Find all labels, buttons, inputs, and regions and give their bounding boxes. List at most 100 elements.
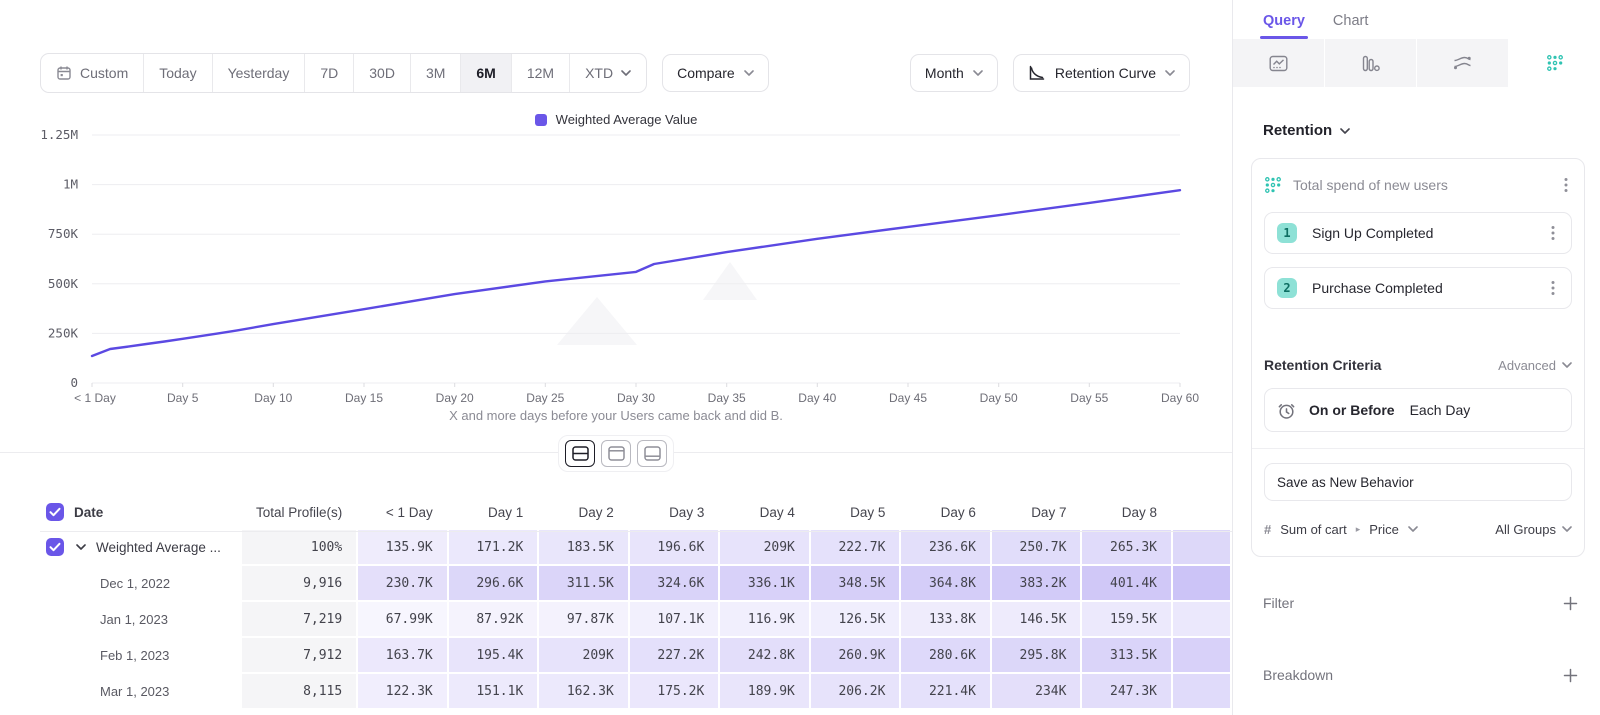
column-header-7[interactable]: Day 6: [901, 496, 990, 528]
add-filter-button[interactable]: [1563, 596, 1578, 611]
value-cell[interactable]: 116.9K: [720, 602, 809, 636]
kebab-menu-icon[interactable]: [1547, 223, 1559, 243]
value-cell[interactable]: 311.5K: [539, 566, 628, 600]
column-header-1[interactable]: < 1 Day: [358, 496, 447, 528]
date-cell[interactable]: Feb 1, 2023: [42, 638, 240, 672]
retention-line[interactable]: [92, 190, 1180, 356]
tab-chart[interactable]: Chart: [1333, 13, 1368, 39]
range-today[interactable]: Today: [144, 54, 212, 92]
range-6m[interactable]: 6M: [461, 54, 511, 92]
column-header-8[interactable]: Day 7: [992, 496, 1081, 528]
value-cell[interactable]: 348.5K: [811, 566, 900, 600]
layout-table-button[interactable]: [637, 440, 667, 467]
table-row[interactable]: Dec 1, 20229,916230.7K296.6K311.5K324.6K…: [42, 566, 1230, 600]
value-cell[interactable]: 133.8K: [901, 602, 990, 636]
retention-section-header[interactable]: Retention: [1263, 122, 1350, 139]
column-header-2[interactable]: Day 1: [449, 496, 538, 528]
value-cell[interactable]: 175.2K: [630, 674, 719, 708]
row-checkbox[interactable]: [46, 538, 64, 556]
value-cell[interactable]: 313.5K: [1082, 638, 1171, 672]
value-cell[interactable]: 265.3K: [1082, 530, 1171, 564]
value-cell[interactable]: 135.9K: [358, 530, 447, 564]
criteria-condition-row[interactable]: On or Before Each Day: [1264, 388, 1572, 432]
column-header-3[interactable]: Day 2: [539, 496, 628, 528]
range-xtd[interactable]: XTD: [570, 54, 646, 92]
column-header-5[interactable]: Day 4: [720, 496, 809, 528]
granularity-button[interactable]: Month: [910, 54, 998, 92]
date-cell[interactable]: Mar 1, 2023: [42, 674, 240, 708]
column-header-6[interactable]: Day 5: [811, 496, 900, 528]
value-cell-partial[interactable]: [1173, 530, 1230, 564]
total-cell[interactable]: 7,219: [242, 602, 356, 636]
value-cell[interactable]: 260.9K: [811, 638, 900, 672]
chart-type-button[interactable]: Retention Curve: [1013, 54, 1190, 92]
table-row[interactable]: Mar 1, 20238,115122.3K151.1K162.3K175.2K…: [42, 674, 1230, 708]
retention-curve-plot[interactable]: 0250K500K750K1M1.25M< 1 DayDay 5Day 10Da…: [0, 128, 1232, 428]
value-cell[interactable]: 171.2K: [449, 530, 538, 564]
table-row[interactable]: Jan 1, 20237,21967.99K87.92K97.87K107.1K…: [42, 602, 1230, 636]
value-cell[interactable]: 122.3K: [358, 674, 447, 708]
value-cell[interactable]: 364.8K: [901, 566, 990, 600]
retention-tab[interactable]: [1509, 39, 1600, 87]
table-row[interactable]: Weighted Average ...100%135.9K171.2K183.…: [42, 530, 1230, 564]
advanced-dropdown[interactable]: Advanced: [1498, 358, 1572, 373]
value-cell[interactable]: 151.1K: [449, 674, 538, 708]
value-cell[interactable]: 222.7K: [811, 530, 900, 564]
compare-button[interactable]: Compare: [662, 54, 769, 92]
column-header-0[interactable]: Total Profile(s): [242, 496, 356, 528]
kebab-menu-icon[interactable]: [1560, 175, 1572, 195]
value-cell[interactable]: 336.1K: [720, 566, 809, 600]
range-custom[interactable]: Custom: [41, 54, 144, 92]
value-cell[interactable]: 247.3K: [1082, 674, 1171, 708]
add-breakdown-button[interactable]: [1563, 668, 1578, 683]
value-cell[interactable]: 296.6K: [449, 566, 538, 600]
insights-tab[interactable]: [1233, 39, 1325, 87]
date-cell[interactable]: Dec 1, 2022: [42, 566, 240, 600]
value-cell-partial[interactable]: [1173, 602, 1230, 636]
value-cell[interactable]: 230.7K: [358, 566, 447, 600]
chart-legend[interactable]: Weighted Average Value: [0, 112, 1232, 127]
value-cell-partial[interactable]: [1173, 674, 1230, 708]
total-cell[interactable]: 8,115: [242, 674, 356, 708]
header-checkbox[interactable]: [46, 503, 64, 521]
value-cell[interactable]: 97.87K: [539, 602, 628, 636]
value-cell[interactable]: 209K: [720, 530, 809, 564]
column-header-date[interactable]: Date: [42, 496, 240, 528]
value-cell[interactable]: 196.6K: [630, 530, 719, 564]
value-cell[interactable]: 163.7K: [358, 638, 447, 672]
value-cell[interactable]: 295.8K: [992, 638, 1081, 672]
layout-split-button[interactable]: [565, 440, 595, 467]
total-cell[interactable]: 9,916: [242, 566, 356, 600]
kebab-menu-icon[interactable]: [1547, 278, 1559, 298]
value-cell[interactable]: 107.1K: [630, 602, 719, 636]
value-cell[interactable]: 87.92K: [449, 602, 538, 636]
save-as-new-behavior-button[interactable]: Save as New Behavior: [1264, 463, 1572, 501]
total-cell[interactable]: 100%: [242, 530, 356, 564]
value-cell[interactable]: 209K: [539, 638, 628, 672]
event-row-2[interactable]: 2 Purchase Completed: [1264, 267, 1572, 309]
value-cell[interactable]: 401.4K: [1082, 566, 1171, 600]
tab-query[interactable]: Query: [1263, 13, 1305, 39]
layout-chart-button[interactable]: [601, 440, 631, 467]
table-row[interactable]: Feb 1, 20237,912163.7K195.4K209K227.2K24…: [42, 638, 1230, 672]
flows-tab[interactable]: [1417, 39, 1509, 87]
expand-chevron-icon[interactable]: [76, 544, 86, 550]
value-cell[interactable]: 280.6K: [901, 638, 990, 672]
date-cell[interactable]: Jan 1, 2023: [42, 602, 240, 636]
value-cell[interactable]: 183.5K: [539, 530, 628, 564]
value-cell[interactable]: 206.2K: [811, 674, 900, 708]
value-cell[interactable]: 67.99K: [358, 602, 447, 636]
range-12m[interactable]: 12M: [512, 54, 570, 92]
value-cell[interactable]: 126.5K: [811, 602, 900, 636]
column-header-4[interactable]: Day 3: [630, 496, 719, 528]
range-3m[interactable]: 3M: [411, 54, 461, 92]
value-cell[interactable]: 234K: [992, 674, 1081, 708]
measure-row[interactable]: # Sum of cart ▸ Price All Groups: [1264, 514, 1572, 544]
value-cell[interactable]: 162.3K: [539, 674, 628, 708]
total-cell[interactable]: 7,912: [242, 638, 356, 672]
value-cell[interactable]: 242.8K: [720, 638, 809, 672]
value-cell-partial[interactable]: [1173, 638, 1230, 672]
value-cell[interactable]: 221.4K: [901, 674, 990, 708]
value-cell[interactable]: 324.6K: [630, 566, 719, 600]
value-cell[interactable]: 159.5K: [1082, 602, 1171, 636]
